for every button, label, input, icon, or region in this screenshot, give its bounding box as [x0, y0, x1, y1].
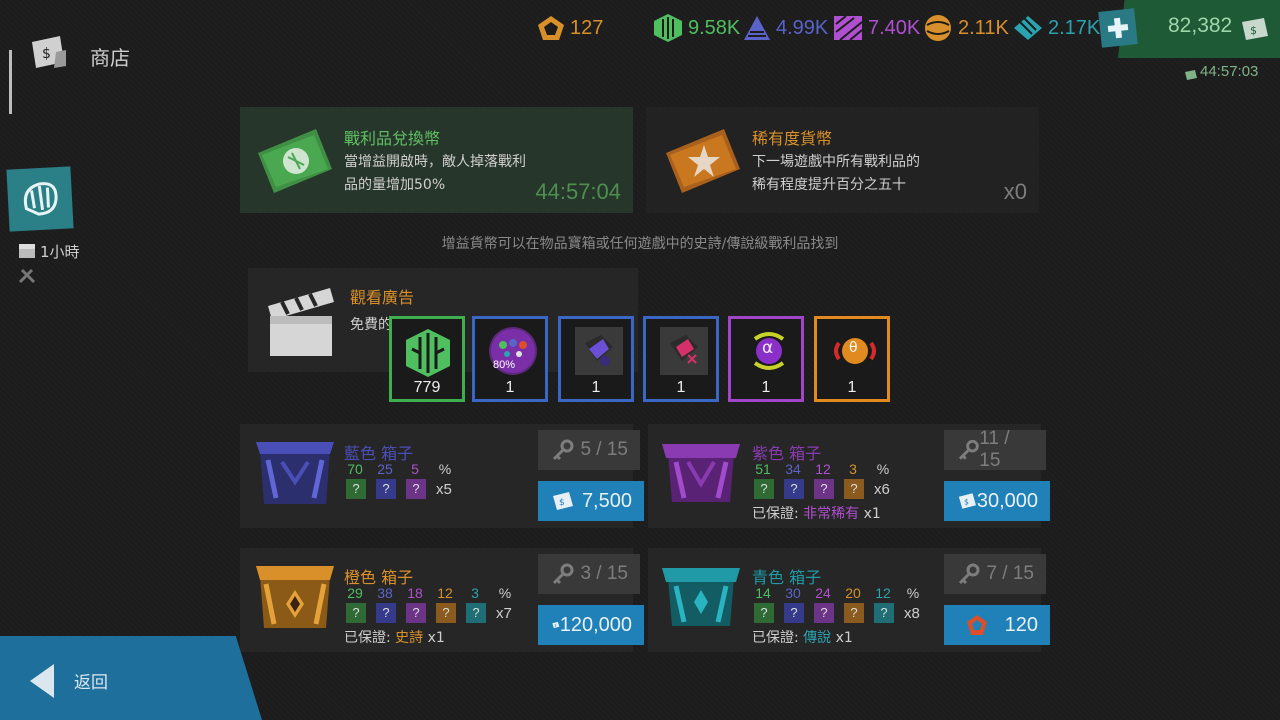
- key-icon: [958, 563, 980, 585]
- rarity-booster-title: 稀有度貨幣: [752, 129, 833, 148]
- ticket-icon: $: [552, 621, 560, 629]
- chest-odds: 51 34 12 3 %: [755, 461, 890, 477]
- svg-text:$: $: [559, 498, 565, 508]
- money-ticket-icon: $: [1240, 16, 1270, 46]
- clapperboard-icon: [264, 282, 338, 364]
- svg-text:$: $: [964, 497, 969, 506]
- reward-buff-orb: 80% 1: [472, 316, 548, 402]
- resource-teal: 2.17K: [1012, 14, 1100, 42]
- beta-glyph: θ: [849, 340, 858, 356]
- orange-fragment-icon: [925, 15, 951, 41]
- chest-guarantee: 已保證: 非常稀有 x1: [752, 506, 881, 522]
- reward-count: 1: [591, 379, 601, 396]
- timer-ticket-icon: [1184, 66, 1198, 85]
- chest-keys-teal: 7 / 15: [944, 554, 1046, 594]
- reward-green-fragment: 779: [389, 316, 465, 402]
- buy-blue-chest-button[interactable]: $ 7,500: [538, 481, 644, 521]
- svg-text:$: $: [42, 46, 51, 62]
- rarity-booster-desc-2: 稀有程度提升百分之五十: [752, 177, 906, 193]
- chest-item-count: x8: [904, 604, 920, 622]
- booster-info-text: 增益貨幣可以在物品寶箱或任何遊戲中的史詩/傳說級戰利品找到: [441, 236, 839, 252]
- reward-count: 1: [676, 379, 686, 396]
- blue-fragment-icon: [744, 16, 770, 40]
- key-icon: [552, 439, 574, 461]
- blue-chest-icon: [256, 442, 334, 504]
- orange-chest-icon: [256, 566, 334, 628]
- teal-fragment-icon: [1014, 16, 1042, 40]
- ticket-icon: $: [958, 493, 976, 509]
- loot-buff-icon: [23, 182, 58, 216]
- loot-booster-card[interactable]: 戰利品兌換幣 當增益開啟時，敵人掉落戰利 品的量增加50% 44:57:04: [240, 107, 633, 213]
- teal-chest-icon: [662, 568, 740, 626]
- svg-text:$: $: [1250, 24, 1257, 37]
- watch-ad-desc: 免費的: [350, 317, 392, 333]
- resource-green: 9.58K: [652, 14, 740, 42]
- blue-crystal-icon: [585, 335, 613, 366]
- watch-ad-title: 觀看廣告: [350, 288, 415, 307]
- reward-beta-orb: θ 1: [814, 316, 890, 402]
- resource-token: 127: [536, 14, 603, 42]
- chest-keys-orange: 3 / 15: [538, 554, 640, 594]
- buy-teal-chest-button[interactable]: 120: [944, 605, 1050, 645]
- booster-timer: 44:57:03: [1200, 63, 1259, 80]
- loot-booster-desc-1: 當增益開啟時，敵人掉落戰利: [344, 154, 526, 170]
- chest-odds: 29 38 18 12 3 %: [347, 585, 512, 601]
- money-amount: 82,382: [1168, 14, 1233, 37]
- reward-count: 1: [505, 379, 515, 396]
- chest-guarantee: 已保證: 傳說 x1: [752, 630, 853, 646]
- reward-count: 779: [413, 379, 441, 396]
- ticket-icon: $: [553, 492, 573, 510]
- loot-booster-timer: 44:57:04: [535, 179, 621, 204]
- green-fragment-icon: [654, 14, 682, 42]
- active-buff-tile[interactable]: [6, 166, 74, 232]
- back-label[interactable]: 返回: [74, 668, 108, 693]
- reward-alpha-orb: α 1: [728, 316, 804, 402]
- resource-purple: 7.40K: [832, 14, 920, 42]
- resource-orange: 2.11K: [922, 14, 1009, 42]
- chest-item-count: x6: [874, 480, 890, 498]
- page-title: 商店: [90, 46, 130, 70]
- green-ticket-icon: [252, 125, 338, 201]
- reward-pink-crystal: 1: [643, 316, 719, 402]
- back-button[interactable]: [0, 636, 262, 720]
- purple-chest-icon: [662, 444, 740, 502]
- loot-booster-title: 戰利品兌換幣: [344, 129, 441, 148]
- reward-count: 1: [847, 379, 857, 396]
- chest-keys-purple: 11 / 15: [944, 428, 1046, 471]
- chest-guarantee: 已保證: 史詩 x1: [344, 630, 445, 646]
- shop-ticket-icon: $: [28, 34, 68, 72]
- loot-booster-desc-2: 品的量增加50%: [344, 177, 446, 193]
- buy-purple-chest-button[interactable]: $ 30,000: [944, 481, 1050, 521]
- chest-item-count: x7: [496, 604, 512, 622]
- reward-count: 1: [761, 379, 771, 396]
- alpha-glyph: α: [762, 338, 774, 358]
- purple-fragment-icon: [834, 15, 863, 41]
- reward-badge: 80%: [493, 359, 516, 371]
- pink-crystal-icon: [670, 335, 698, 364]
- buy-orange-chest-button[interactable]: $ 120,000: [538, 605, 644, 645]
- add-currency-button[interactable]: [1098, 8, 1138, 48]
- orange-ticket-icon: [660, 125, 746, 201]
- key-icon: [552, 563, 574, 585]
- chest-odds: 70 25 5 %: [347, 461, 452, 477]
- reward-blue-crystal: 1: [558, 316, 634, 402]
- rarity-booster-card[interactable]: 稀有度貨幣 下一場遊戲中所有戰利品的 稀有程度提升百分之五十 x0: [646, 107, 1039, 213]
- rarity-booster-count: x0: [1003, 179, 1027, 204]
- chest-odds: 14 30 24 20 12 %: [755, 585, 920, 601]
- side-indicator: [9, 50, 12, 114]
- tools-icon: [18, 268, 36, 288]
- green-fragment-icon: [406, 329, 450, 377]
- resource-blue: 4.99K: [742, 14, 828, 42]
- svg-text:$: $: [554, 623, 556, 627]
- pentagon-token-icon: [967, 615, 987, 635]
- pentagon-token-icon: [538, 16, 564, 40]
- back-arrow-icon: [30, 664, 54, 698]
- rarity-booster-desc-1: 下一場遊戲中所有戰利品的: [752, 154, 920, 170]
- chest-item-count: x5: [436, 480, 452, 498]
- chest-keys-blue: 5 / 15: [538, 430, 640, 470]
- key-icon: [958, 439, 979, 460]
